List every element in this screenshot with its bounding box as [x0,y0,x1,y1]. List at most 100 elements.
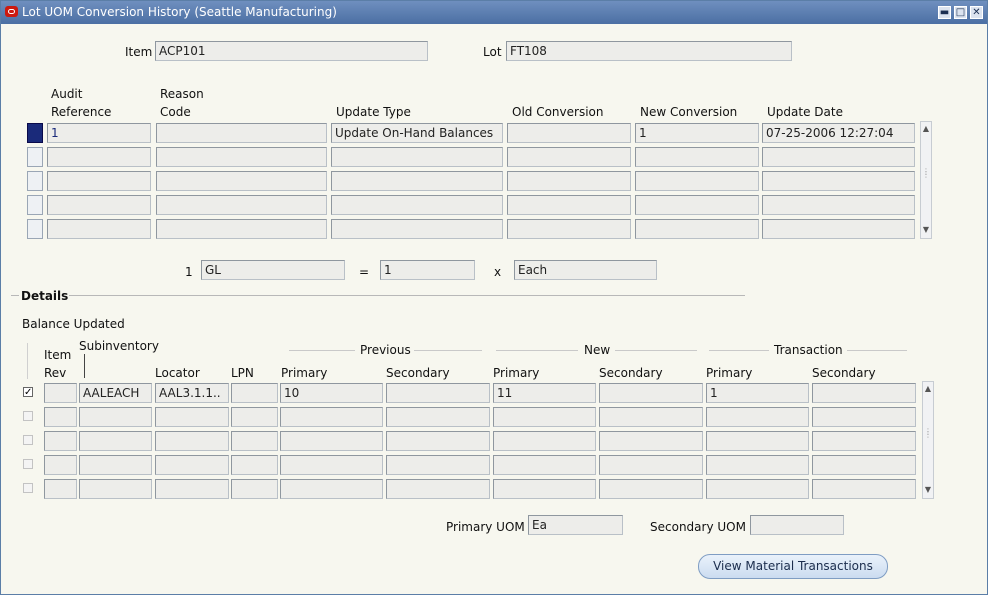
scroll-down-icon[interactable]: ▼ [924,486,932,494]
new-secondary-cell[interactable] [599,479,703,499]
subinventory-cell[interactable] [79,431,152,451]
row-selector[interactable] [27,195,43,215]
lot-field[interactable]: FT108 [506,41,792,61]
update-date-cell[interactable] [762,195,915,215]
lpn-cell[interactable] [231,479,278,499]
new-primary-cell[interactable] [493,479,596,499]
subinventory-cell[interactable] [79,455,152,475]
previous-secondary-cell[interactable] [386,431,490,451]
old-conversion-cell[interactable] [507,147,631,167]
previous-primary-cell[interactable] [280,455,383,475]
new-conversion-cell[interactable]: 1 [635,123,759,143]
new-primary-cell[interactable] [493,407,596,427]
lpn-cell[interactable] [231,455,278,475]
old-conversion-cell[interactable] [507,219,631,239]
transaction-secondary-cell[interactable] [812,455,916,475]
reason-code-cell[interactable] [156,171,327,191]
update-type-cell[interactable]: Update On-Hand Balances [331,123,503,143]
locator-cell[interactable] [155,455,229,475]
row-selector[interactable] [27,219,43,239]
update-type-cell[interactable] [331,171,503,191]
lpn-cell[interactable] [231,407,278,427]
conversion-value-field[interactable]: 1 [380,260,475,280]
previous-secondary-cell[interactable] [386,479,490,499]
balance-updated-checkbox[interactable]: ✓ [23,387,33,398]
update-date-cell[interactable] [762,171,915,191]
row-selector[interactable] [27,147,43,167]
subinventory-cell[interactable] [79,479,152,499]
old-conversion-cell[interactable] [507,171,631,191]
previous-primary-cell[interactable] [280,407,383,427]
item-field[interactable]: ACP101 [155,41,428,61]
balance-updated-checkbox[interactable] [23,411,33,421]
locator-cell[interactable] [155,479,229,499]
scroll-grip-icon[interactable]: ⋮ ⋮ [924,428,932,439]
transaction-secondary-cell[interactable] [812,407,916,427]
previous-secondary-cell[interactable] [386,383,490,403]
primary-uom-field[interactable]: Ea [528,515,623,535]
new-primary-cell[interactable] [493,431,596,451]
maximize-icon[interactable]: □ [954,6,967,19]
locator-cell[interactable] [155,407,229,427]
reason-code-cell[interactable] [156,195,327,215]
transaction-secondary-cell[interactable] [812,383,916,403]
locator-cell[interactable]: AAL3.1.1.. [155,383,229,403]
new-conversion-cell[interactable] [635,171,759,191]
new-secondary-cell[interactable] [599,407,703,427]
old-conversion-cell[interactable] [507,195,631,215]
reason-code-cell[interactable] [156,147,327,167]
new-conversion-cell[interactable] [635,147,759,167]
view-material-transactions-button[interactable]: View Material Transactions [698,554,888,579]
scroll-up-icon[interactable]: ▲ [922,125,930,133]
update-type-cell[interactable] [331,195,503,215]
audit-reference-cell[interactable] [47,195,151,215]
reason-code-cell[interactable] [156,123,327,143]
item-rev-cell[interactable] [44,407,77,427]
update-date-cell[interactable] [762,219,915,239]
reason-code-cell[interactable] [156,219,327,239]
audit-reference-cell[interactable] [47,219,151,239]
details-scrollbar[interactable]: ▲ ⋮ ⋮ ▼ [922,381,934,499]
transaction-secondary-cell[interactable] [812,479,916,499]
audit-reference-cell[interactable] [47,147,151,167]
new-conversion-cell[interactable] [635,219,759,239]
item-rev-cell[interactable] [44,383,77,403]
new-primary-cell[interactable] [493,455,596,475]
item-rev-cell[interactable] [44,479,77,499]
audit-reference-cell[interactable]: 1 [47,123,151,143]
transaction-primary-cell[interactable] [706,479,809,499]
history-scrollbar[interactable]: ▲ ⋮ ⋮ ▼ [920,121,932,239]
subinventory-cell[interactable] [79,407,152,427]
old-conversion-cell[interactable] [507,123,631,143]
audit-reference-cell[interactable] [47,171,151,191]
update-date-cell[interactable] [762,147,915,167]
new-secondary-cell[interactable] [599,383,703,403]
title-bar[interactable]: Lot UOM Conversion History (Seattle Manu… [1,1,987,24]
lpn-cell[interactable] [231,383,278,403]
balance-updated-checkbox[interactable] [23,483,33,493]
close-icon[interactable]: ✕ [970,6,983,19]
transaction-primary-cell[interactable] [706,455,809,475]
from-uom-field[interactable]: GL [201,260,345,280]
subinventory-cell[interactable]: AALEACH [79,383,152,403]
minimize-icon[interactable]: ▬ [938,6,951,19]
balance-updated-checkbox[interactable] [23,435,33,445]
lpn-cell[interactable] [231,431,278,451]
transaction-primary-cell[interactable] [706,407,809,427]
new-secondary-cell[interactable] [599,455,703,475]
transaction-secondary-cell[interactable] [812,431,916,451]
secondary-uom-field[interactable] [750,515,844,535]
previous-primary-cell[interactable] [280,431,383,451]
locator-cell[interactable] [155,431,229,451]
new-primary-cell[interactable]: 11 [493,383,596,403]
scroll-grip-icon[interactable]: ⋮ ⋮ [922,168,930,179]
row-selector[interactable] [27,171,43,191]
to-uom-field[interactable]: Each [514,260,657,280]
new-secondary-cell[interactable] [599,431,703,451]
balance-updated-checkbox[interactable] [23,459,33,469]
previous-secondary-cell[interactable] [386,455,490,475]
scroll-down-icon[interactable]: ▼ [922,226,930,234]
update-date-cell[interactable]: 07-25-2006 12:27:04 [762,123,915,143]
update-type-cell[interactable] [331,147,503,167]
scroll-up-icon[interactable]: ▲ [924,385,932,393]
